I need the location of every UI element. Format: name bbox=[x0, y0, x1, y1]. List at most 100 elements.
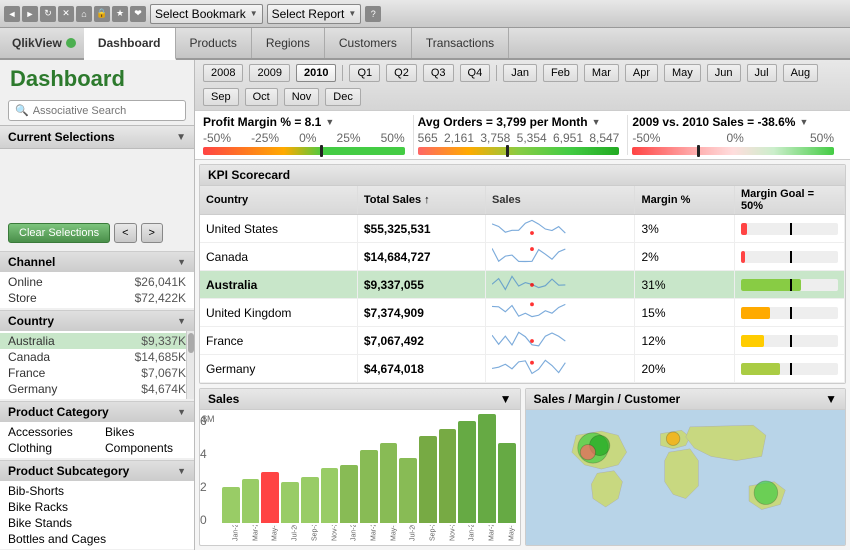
clear-selections-button[interactable]: Clear Selections bbox=[8, 223, 110, 243]
quarter-q2[interactable]: Q2 bbox=[386, 64, 417, 82]
bar-chart-bar[interactable] bbox=[261, 472, 279, 523]
bar-chart-bar[interactable] bbox=[360, 450, 378, 523]
sales-chart-arrow[interactable]: ▼ bbox=[500, 392, 512, 406]
bar-chart-bar[interactable] bbox=[281, 482, 299, 523]
category-accessories[interactable]: Accessories bbox=[0, 424, 97, 440]
col-sales[interactable]: Sales bbox=[486, 186, 635, 215]
col-country[interactable]: Country bbox=[200, 186, 357, 215]
scorecard-row[interactable]: United States $55,325,531 3% bbox=[200, 215, 845, 243]
month-sep[interactable]: Sep bbox=[203, 88, 239, 106]
month-feb[interactable]: Feb bbox=[543, 64, 578, 82]
month-aug[interactable]: Aug bbox=[783, 64, 819, 82]
scorecard-row[interactable]: Canada $14,684,727 2% bbox=[200, 243, 845, 271]
country-scrollbar[interactable] bbox=[186, 331, 194, 399]
selections-header[interactable]: Current Selections ▼ bbox=[0, 125, 194, 149]
cell-total-sales: $14,684,727 bbox=[357, 243, 485, 271]
year-2009[interactable]: 2009 bbox=[249, 64, 289, 82]
scorecard-row[interactable]: France $7,067,492 12% bbox=[200, 327, 845, 355]
subcategory-bib-shorts[interactable]: Bib-Shorts bbox=[0, 483, 194, 499]
bar-chart-bar[interactable] bbox=[498, 443, 516, 523]
subcategory-bike-stands[interactable]: Bike Stands bbox=[0, 515, 194, 531]
help-icon[interactable]: ? bbox=[365, 6, 381, 22]
year-2008[interactable]: 2008 bbox=[203, 64, 243, 82]
reload-icon[interactable]: ↻ bbox=[40, 6, 56, 22]
month-jan[interactable]: Jan bbox=[503, 64, 537, 82]
lock-icon[interactable]: 🔒 bbox=[94, 6, 110, 22]
bar-chart-bar[interactable] bbox=[242, 479, 260, 523]
country-item-canada[interactable]: Canada $14,685K bbox=[0, 349, 194, 365]
subcategory-bottles[interactable]: Bottles and Cages bbox=[0, 531, 194, 547]
channel-filter-header[interactable]: Channel ▼ bbox=[0, 252, 194, 272]
category-components[interactable]: Components bbox=[97, 440, 194, 456]
subcategory-bike-racks[interactable]: Bike Racks bbox=[0, 499, 194, 515]
category-clothing[interactable]: Clothing bbox=[0, 440, 97, 456]
product-subcategory-header[interactable]: Product Subcategory ▼ bbox=[0, 461, 194, 481]
country-filter-header[interactable]: Country ▼ bbox=[0, 311, 194, 331]
scorecard-row[interactable]: Germany $4,674,018 20% bbox=[200, 355, 845, 383]
bar-chart-bar[interactable] bbox=[419, 436, 437, 523]
product-category-header[interactable]: Product Category ▼ bbox=[0, 402, 194, 422]
bookmark-select[interactable]: Select Bookmark ▼ bbox=[150, 4, 263, 24]
month-jun[interactable]: Jun bbox=[707, 64, 741, 82]
kpi-orders-arrow[interactable]: ▼ bbox=[592, 117, 601, 127]
kpi-sales-marker bbox=[697, 145, 700, 157]
star-icon[interactable]: ★ bbox=[112, 6, 128, 22]
month-jul[interactable]: Jul bbox=[747, 64, 777, 82]
bubble-uk[interactable] bbox=[666, 432, 680, 446]
tab-products[interactable]: Products bbox=[176, 28, 252, 58]
product-category-filter: Product Category ▼ Accessories Bikes Clo… bbox=[0, 401, 194, 458]
category-bikes[interactable]: Bikes bbox=[97, 424, 194, 440]
month-mar[interactable]: Mar bbox=[584, 64, 619, 82]
country-item-germany[interactable]: Germany $4,674K bbox=[0, 381, 194, 397]
month-oct[interactable]: Oct bbox=[245, 88, 278, 106]
nav-fwd-button[interactable]: > bbox=[141, 223, 163, 243]
col-total-sales[interactable]: Total Sales ↑ bbox=[357, 186, 485, 215]
fav-icon[interactable]: ❤ bbox=[130, 6, 146, 22]
country-item-australia[interactable]: Australia $9,337K bbox=[0, 333, 194, 349]
map-body[interactable] bbox=[526, 410, 846, 545]
stop-icon[interactable]: ✕ bbox=[58, 6, 74, 22]
back-icon[interactable]: ◄ bbox=[4, 6, 20, 22]
bar-chart-bar[interactable] bbox=[478, 414, 496, 523]
tab-regions[interactable]: Regions bbox=[252, 28, 325, 58]
kpi-sales-arrow[interactable]: ▼ bbox=[799, 117, 808, 127]
tab-transactions[interactable]: Transactions bbox=[412, 28, 509, 58]
bar-chart-bar[interactable] bbox=[301, 477, 319, 524]
tab-customers[interactable]: Customers bbox=[325, 28, 412, 58]
bubble-mexico[interactable] bbox=[580, 445, 595, 460]
search-box[interactable]: 🔍 bbox=[8, 100, 186, 121]
bar-chart-bar[interactable] bbox=[458, 421, 476, 523]
bar-chart-bar[interactable] bbox=[399, 458, 417, 523]
tab-dashboard[interactable]: Dashboard bbox=[84, 28, 176, 60]
month-may[interactable]: May bbox=[664, 64, 701, 82]
search-input[interactable] bbox=[33, 105, 179, 117]
month-nov[interactable]: Nov bbox=[284, 88, 320, 106]
month-dec[interactable]: Dec bbox=[325, 88, 361, 106]
bubble-australia[interactable] bbox=[754, 481, 778, 505]
bar-chart-bar[interactable] bbox=[380, 443, 398, 523]
month-apr[interactable]: Apr bbox=[625, 64, 658, 82]
scorecard-row[interactable]: United Kingdom $7,374,909 15% bbox=[200, 299, 845, 327]
nav-back-button[interactable]: < bbox=[114, 223, 136, 243]
channel-item-online[interactable]: Online $26,041K bbox=[0, 274, 194, 290]
quarter-q1[interactable]: Q1 bbox=[349, 64, 380, 82]
home-icon[interactable]: ⌂ bbox=[76, 6, 92, 22]
kpi-profit-arrow[interactable]: ▼ bbox=[325, 117, 334, 127]
year-2010[interactable]: 2010 bbox=[296, 64, 336, 82]
country-item-france[interactable]: France $7,067K bbox=[0, 365, 194, 381]
bar-chart-bar[interactable] bbox=[222, 487, 240, 523]
bar-chart-bar[interactable] bbox=[321, 468, 339, 523]
bar-chart-bar[interactable] bbox=[439, 429, 457, 523]
report-select[interactable]: Select Report ▼ bbox=[267, 4, 362, 24]
col-margin-goal[interactable]: Margin Goal = 50% bbox=[735, 186, 845, 215]
col-margin-pct[interactable]: Margin % bbox=[635, 186, 735, 215]
channel-item-store[interactable]: Store $72,422K bbox=[0, 290, 194, 306]
map-arrow[interactable]: ▼ bbox=[825, 392, 837, 406]
x-axis-label: Mar-2008 bbox=[240, 525, 260, 541]
bar-chart-bar[interactable] bbox=[340, 465, 358, 523]
map-header: Sales / Margin / Customer ▼ bbox=[526, 389, 846, 410]
fwd-icon[interactable]: ► bbox=[22, 6, 38, 22]
quarter-q3[interactable]: Q3 bbox=[423, 64, 454, 82]
scorecard-row[interactable]: Australia $9,337,055 31% bbox=[200, 271, 845, 299]
quarter-q4[interactable]: Q4 bbox=[460, 64, 491, 82]
